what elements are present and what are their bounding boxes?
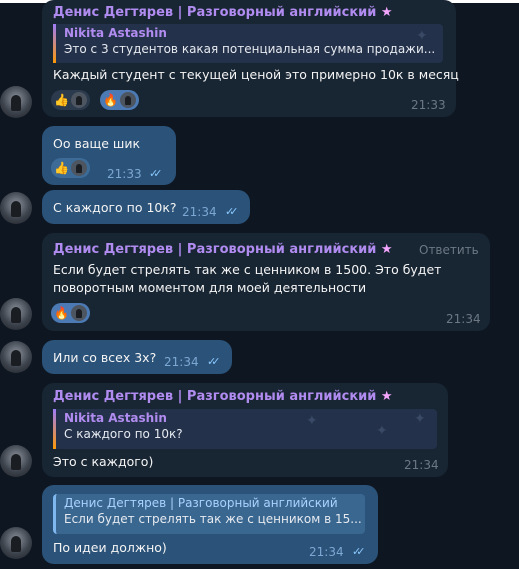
reactor-avatar xyxy=(70,160,87,176)
sender-name[interactable]: Денис Дегтярев | Разговорный английский … xyxy=(53,242,393,257)
message-bubble-outgoing[interactable]: Оо ваще шик 👍 21:33 ✓✓ xyxy=(42,126,176,185)
message-time: 21:34 xyxy=(309,545,344,559)
message-time: 21:34 xyxy=(182,205,217,219)
sender-name[interactable]: Денис Дегтярев | Разговорный английский … xyxy=(53,5,393,20)
avatar[interactable] xyxy=(0,445,32,477)
message-bubble-incoming[interactable]: Денис Дегтярев | Разговорный английский … xyxy=(42,0,459,117)
message-text-line: Если будет стрелять так же с ценником в … xyxy=(53,262,442,277)
star-badge-icon: ★ xyxy=(380,389,393,404)
message-text-line: поворотным моментом для моей деятельност… xyxy=(53,280,367,295)
quote-author: Nikita Astashin xyxy=(64,26,167,40)
sender-name[interactable]: Денис Дегтярев | Разговорный английский … xyxy=(53,389,393,404)
avatar[interactable] xyxy=(0,86,32,118)
reactor-avatar xyxy=(119,92,136,108)
quote-text: С каждого по 10к? xyxy=(64,427,183,441)
message-bubble-incoming[interactable]: Денис Дегтярев | Разговорный английский … xyxy=(42,233,490,331)
message-time: 21:34 xyxy=(446,312,481,326)
read-check-icon: ✓✓ xyxy=(149,167,163,180)
pattern-icon: ✦ xyxy=(416,28,428,44)
reaction-thumbs[interactable]: 👍 xyxy=(51,90,90,110)
quote-author: Денис Дегтярев | Разговорный английский xyxy=(64,496,338,510)
avatar[interactable] xyxy=(0,527,32,559)
star-badge-icon: ★ xyxy=(380,242,393,257)
quote-author: Nikita Astashin xyxy=(64,411,167,425)
reaction-fire[interactable]: 🔥 xyxy=(51,303,90,323)
reply-button[interactable]: Ответить xyxy=(419,243,479,257)
message-time: 21:34 xyxy=(404,458,439,472)
reaction-fire[interactable]: 🔥 xyxy=(100,90,139,110)
avatar[interactable] xyxy=(0,192,32,224)
message-bubble-outgoing[interactable]: Или со всех 3х? 21:34 ✓✓ xyxy=(42,340,232,374)
reactor-avatar xyxy=(70,305,87,321)
star-badge-icon: ★ xyxy=(380,5,393,20)
avatar[interactable] xyxy=(0,298,32,330)
read-check-icon: ✓✓ xyxy=(225,205,239,218)
reply-quote[interactable]: Nikita Astashin Это с 3 студентов какая … xyxy=(53,24,443,63)
message-time: 21:34 xyxy=(164,355,199,369)
message-bubble-incoming[interactable]: Денис Дегтярев | Разговорный английский … xyxy=(42,383,448,477)
message-text: Оо ваще шик xyxy=(53,136,141,151)
pattern-icon: ✦ xyxy=(306,413,318,429)
reply-quote[interactable]: Nikita Astashin С каждого по 10к? ✦ ✦ ✦ xyxy=(53,409,437,449)
reaction-thumbs[interactable]: 👍 xyxy=(51,158,90,178)
reply-quote[interactable]: Денис Дегтярев | Разговорный английский … xyxy=(53,494,365,534)
read-check-icon: ✓✓ xyxy=(207,355,221,368)
message-time: 21:33 xyxy=(107,167,142,181)
message-bubble-outgoing[interactable]: С каждого по 10к? 21:34 ✓✓ xyxy=(42,190,250,224)
message-text: Каждый студент с текущей ценой это приме… xyxy=(53,67,459,82)
read-check-icon: ✓✓ xyxy=(352,545,366,558)
message-text: По идеи должно) xyxy=(53,540,167,555)
message-text: Это с каждого) xyxy=(53,454,154,469)
message-bubble-outgoing[interactable]: Денис Дегтярев | Разговорный английский … xyxy=(42,485,378,564)
message-time: 21:33 xyxy=(411,98,446,112)
message-text: Или со всех 3х? xyxy=(53,350,157,365)
quote-text: Если будет стрелять так же с ценником в … xyxy=(64,512,362,526)
pattern-icon: ✦ xyxy=(376,423,388,439)
avatar[interactable] xyxy=(0,341,32,373)
message-text: С каждого по 10к? xyxy=(53,200,177,215)
pattern-icon: ✦ xyxy=(414,411,426,427)
reactor-avatar xyxy=(70,92,87,108)
quote-text: Это с 3 студентов какая потенциальная су… xyxy=(64,42,436,56)
